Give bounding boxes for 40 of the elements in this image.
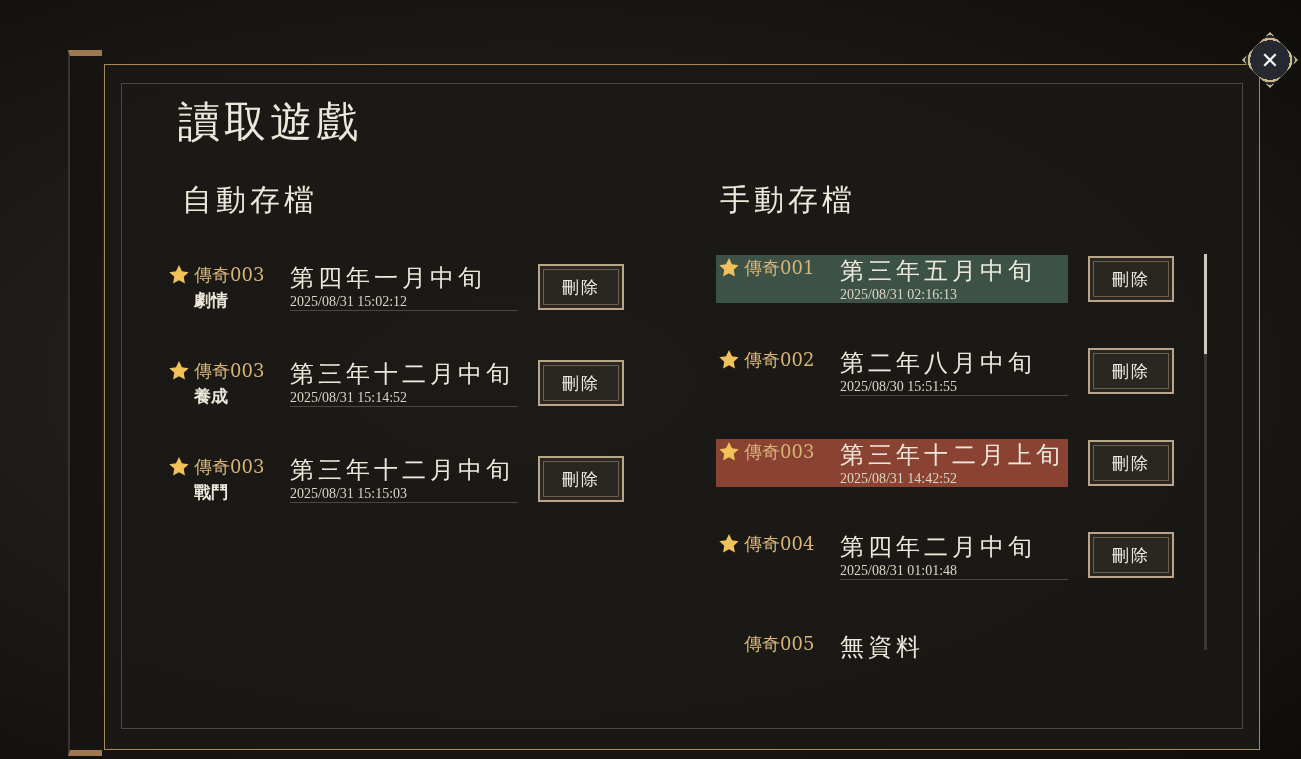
slot-highlight[interactable]: 傳奇001 第三年五月中旬 2025/08/31 02:16:13 [716, 255, 1068, 303]
section-heading: 自動存檔 [181, 181, 319, 219]
delete-button[interactable]: 刪除 [1088, 440, 1174, 486]
scrollbar[interactable] [1204, 254, 1207, 650]
slot-type: 養成 [193, 385, 229, 408]
game-date: 第四年一月中旬 [290, 263, 487, 294]
slot-type: 戰鬥 [193, 481, 229, 504]
save-timestamp: 2025/08/31 01:01:48 [840, 562, 959, 579]
slot-name: 傳奇003 [194, 263, 265, 287]
save-timestamp: 2025/08/31 15:15:03 [290, 486, 409, 502]
save-timestamp: 2025/08/31 02:16:13 [840, 287, 959, 303]
game-date: 第三年十二月中旬 [290, 455, 515, 486]
slot-name: 傳奇005 [744, 632, 815, 656]
slot-name: 傳奇003 [744, 440, 815, 464]
save-timestamp: 2025/08/31 15:14:52 [290, 390, 409, 406]
page-title: 讀取遊戲 [178, 96, 363, 148]
slot-highlight[interactable]: 傳奇003 第三年十二月上旬 2025/08/31 14:42:52 [716, 439, 1068, 487]
game-date: 第三年五月中旬 [840, 256, 1037, 287]
game-date: 第三年十二月上旬 [840, 440, 1065, 471]
delete-button[interactable]: 刪除 [538, 264, 624, 310]
slot-type: 劇情 [193, 289, 229, 312]
close-button[interactable]: ✕ [1242, 32, 1298, 88]
game-date: 第四年二月中旬 [840, 531, 1037, 563]
game-date: 第二年八月中旬 [840, 347, 1037, 379]
delete-button[interactable]: 刪除 [538, 456, 624, 502]
slot-name: 傳奇003 [194, 359, 265, 383]
delete-button[interactable]: 刪除 [1088, 348, 1174, 394]
game-date: 無資料 [840, 632, 925, 663]
slot-name: 傳奇001 [744, 256, 815, 280]
game-date: 第三年十二月中旬 [290, 359, 515, 390]
slot-name: 傳奇003 [194, 455, 265, 479]
save-timestamp: 2025/08/30 15:51:55 [840, 378, 959, 395]
section-heading: 手動存檔 [719, 181, 857, 219]
save-timestamp: 2025/08/31 15:02:12 [290, 294, 409, 310]
delete-button[interactable]: 刪除 [1088, 532, 1174, 578]
delete-button[interactable]: 刪除 [538, 360, 624, 406]
slot-name: 傳奇004 [744, 531, 815, 556]
slot-name: 傳奇002 [744, 347, 815, 372]
delete-button[interactable]: 刪除 [1088, 256, 1174, 302]
save-timestamp: 2025/08/31 14:42:52 [840, 471, 959, 487]
